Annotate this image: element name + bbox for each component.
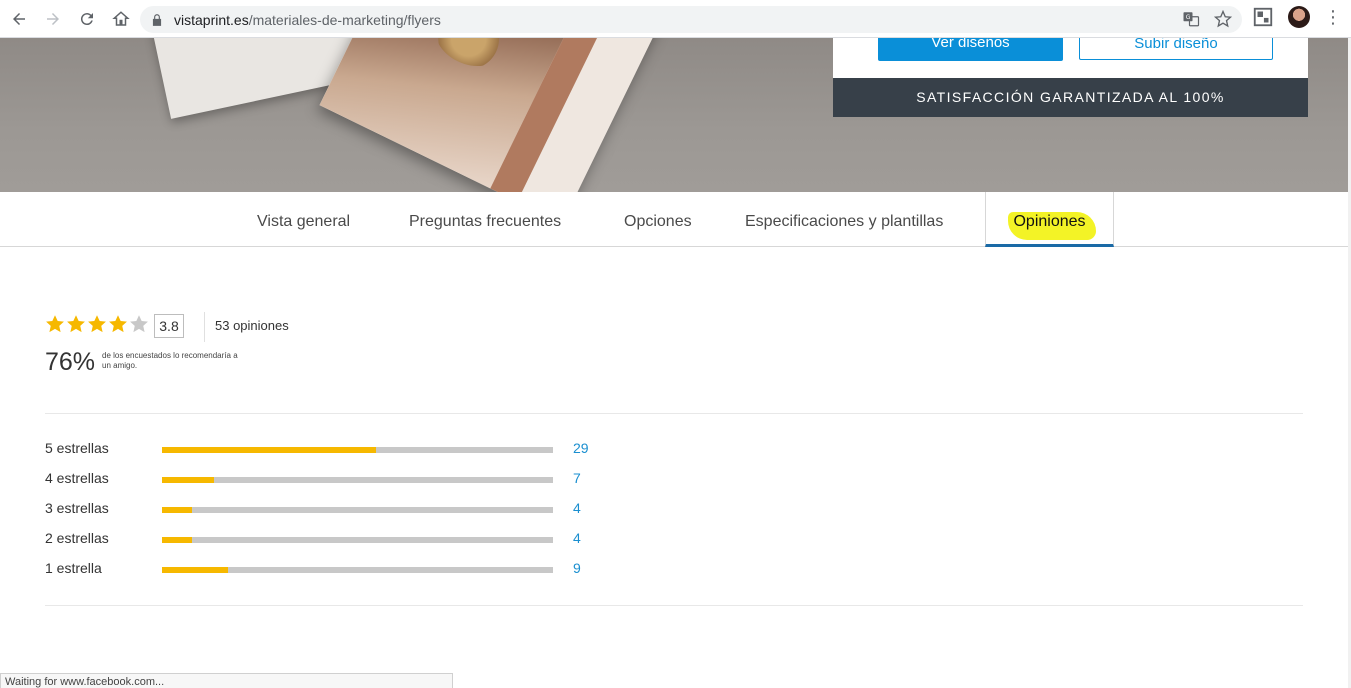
rating-bar-track (162, 447, 553, 453)
star-filled-icon (67, 315, 85, 333)
recommend-note: de los encuestados lo recomendaría a un … (102, 351, 238, 370)
tab-reviews-label: Opiniones (1013, 213, 1086, 230)
hero-banner: Ver diseños Subir diseño SATISFACCIÓN GA… (0, 38, 1348, 192)
tab-faq[interactable]: Preguntas frecuentes (409, 192, 561, 247)
reload-icon[interactable] (72, 4, 102, 34)
translate-icon[interactable]: G (1182, 10, 1200, 28)
upload-design-button[interactable]: Subir diseño (1079, 38, 1273, 60)
rating-row-label: 5 estrellas (45, 440, 109, 456)
average-rating: 3.8 (154, 314, 184, 338)
rating-row-label: 3 estrellas (45, 500, 109, 516)
forward-icon[interactable] (38, 4, 68, 34)
lock-icon (152, 13, 162, 26)
browser-toolbar: vistaprint.es/materiales-de-marketing/fl… (0, 0, 1351, 38)
rating-row[interactable]: 2 estrellas 4 (45, 528, 645, 548)
svg-text:G: G (1186, 14, 1191, 21)
rating-bar-fill (162, 537, 192, 543)
rating-bar-track (162, 507, 553, 513)
profile-avatar[interactable] (1288, 6, 1310, 28)
star-filled-icon (88, 315, 106, 333)
rating-bar-fill (162, 567, 229, 573)
flyer-image (319, 38, 681, 192)
rating-row[interactable]: 1 estrella 9 (45, 558, 645, 578)
tab-reviews[interactable]: Opiniones (985, 192, 1114, 247)
address-bar[interactable]: vistaprint.es/materiales-de-marketing/fl… (140, 6, 1242, 33)
browser-status-bar: Waiting for www.facebook.com... (0, 673, 453, 688)
rating-bar-track (162, 537, 553, 543)
summary-divider (204, 312, 205, 342)
rating-bar-track (162, 567, 553, 573)
section-divider (45, 413, 1303, 414)
rating-row-label: 2 estrellas (45, 530, 109, 546)
url-domain: vistaprint.es (174, 11, 249, 28)
url-path: /materiales-de-marketing/flyers (248, 11, 441, 28)
promo-panel: Ver diseños Subir diseño SATISFACCIÓN GA… (833, 38, 1308, 155)
tab-overview[interactable]: Vista general (257, 192, 350, 247)
rating-row[interactable]: 4 estrellas 7 (45, 468, 645, 488)
star-filled-icon (46, 315, 64, 333)
star-empty-icon (130, 315, 148, 333)
star-filled-icon (109, 315, 127, 333)
reviews-count[interactable]: 53 opiniones (215, 318, 289, 333)
section-divider-bottom (45, 605, 1303, 606)
extension-icon[interactable] (1252, 6, 1274, 28)
star-rating (45, 314, 149, 334)
rating-row-label: 4 estrellas (45, 470, 109, 486)
rating-bar-track (162, 477, 553, 483)
guarantee-banner: SATISFACCIÓN GARANTIZADA AL 100% (833, 78, 1308, 117)
rating-row-count[interactable]: 29 (573, 440, 589, 456)
rating-row-count[interactable]: 4 (573, 530, 581, 546)
rating-row-label: 1 estrella (45, 560, 102, 576)
view-designs-button[interactable]: Ver diseños (878, 38, 1063, 61)
rating-row[interactable]: 5 estrellas 29 (45, 438, 645, 458)
rating-row-count[interactable]: 4 (573, 500, 581, 516)
rating-bar-fill (162, 447, 376, 453)
back-icon[interactable] (4, 4, 34, 34)
rating-row[interactable]: 3 estrellas 4 (45, 498, 645, 518)
rating-bar-fill (162, 507, 192, 513)
home-icon[interactable] (106, 4, 136, 34)
rating-row-count[interactable]: 7 (573, 470, 581, 486)
recommend-percent: 76% (45, 348, 96, 376)
browser-menu-icon[interactable]: ⋮ (1324, 6, 1342, 28)
bookmark-star-icon[interactable] (1214, 10, 1232, 28)
rating-row-count[interactable]: 9 (573, 560, 581, 576)
tab-specs-templates[interactable]: Especificaciones y plantillas (745, 192, 943, 247)
rating-bar-fill (162, 477, 214, 483)
product-tabs: Vista general Preguntas frecuentes Opcio… (0, 192, 1348, 247)
tab-options[interactable]: Opciones (624, 192, 692, 247)
